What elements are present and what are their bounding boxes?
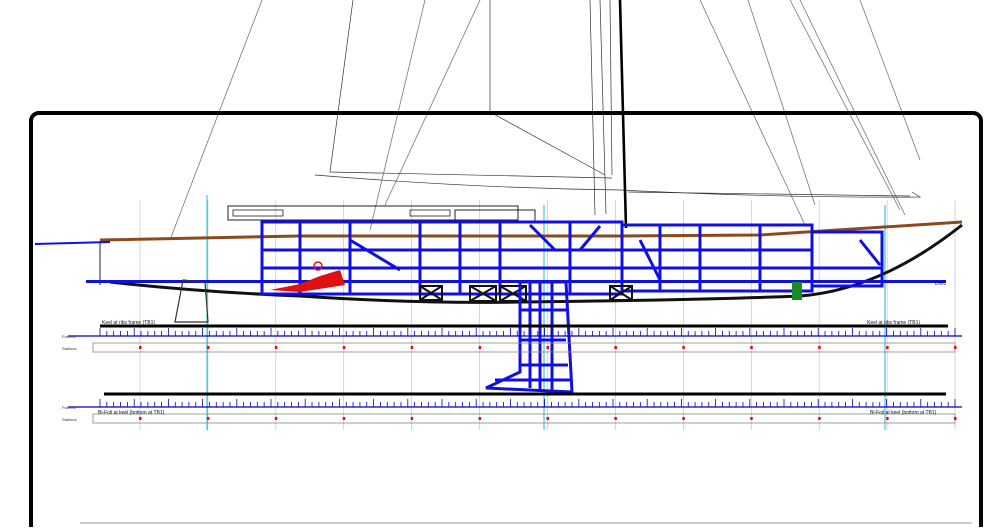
green-component: [792, 282, 802, 300]
station-mark: [139, 346, 142, 349]
station-marks-top: [139, 346, 957, 349]
keel: [485, 280, 574, 394]
label-bottom-left: Bi-Foil at keel (bottom at TB1): [98, 410, 165, 416]
station-mark: [886, 417, 889, 420]
station-mark: [750, 346, 753, 349]
station-mark: [682, 417, 685, 420]
station-mark: [954, 346, 957, 349]
frame-ticks-top: [99, 328, 956, 336]
drawing-border: [29, 111, 983, 532]
station-mark: [546, 346, 549, 349]
frame-ticks-bottom: [99, 399, 956, 407]
station-mark: [818, 417, 821, 420]
station-mark: [206, 346, 210, 349]
station-mark: [342, 346, 346, 349]
station-mark: [546, 417, 549, 420]
station-mark: [886, 346, 889, 349]
side-label-frames-bottom: Frames: [62, 405, 76, 410]
station-mark: [818, 346, 821, 349]
dwl-label: DWL: [935, 281, 946, 287]
station-mark: [682, 346, 685, 349]
station-mark: [139, 417, 142, 420]
station-mark: [478, 417, 482, 420]
station-marks-bottom: [139, 417, 957, 420]
station-mark: [274, 417, 278, 420]
sailboat-structural-drawing: DWL Keel at ribs frame (TB1) Keel at rib…: [29, 0, 983, 532]
sails: [314, 0, 922, 216]
station-mark: [614, 417, 617, 420]
frame-scale-bottom: Bi-Foil at keel (bottom at TB1) Bi-Foil …: [62, 392, 962, 424]
side-label-stations-top: Stations: [62, 346, 76, 351]
station-mark: [410, 417, 414, 420]
frame-scale-top: Keel at ribs frame (TB1) Keel at ribs fr…: [62, 320, 962, 353]
drawing-sheet: DWL Keel at ribs frame (TB1) Keel at rib…: [0, 0, 1000, 532]
label-top-right: Keel at ribs frame (TB1): [867, 320, 920, 326]
station-mark: [274, 346, 278, 349]
station-mark: [342, 417, 346, 420]
label-bottom-right: Bi-Foil at keel (bottom at TB1): [870, 410, 937, 416]
side-label-stations-bottom: Stations: [62, 417, 76, 422]
station-mark: [750, 417, 753, 420]
label-top-left: Keel at ribs frame (TB1): [102, 320, 155, 326]
cockpit-window: [232, 209, 284, 217]
rudder: [174, 279, 209, 323]
station-mark: [410, 346, 414, 349]
station-mark: [206, 417, 210, 420]
hull-sheer: [99, 242, 263, 295]
station-mark: [478, 346, 482, 349]
side-label-frames-top: Frames: [62, 334, 76, 339]
rigging-lines: [169, 0, 921, 241]
dwl-line: [86, 280, 946, 283]
cabin-window: [409, 209, 451, 217]
station-mark: [954, 417, 957, 420]
station-mark: [614, 346, 617, 349]
bow-pulpit: [34, 241, 111, 245]
